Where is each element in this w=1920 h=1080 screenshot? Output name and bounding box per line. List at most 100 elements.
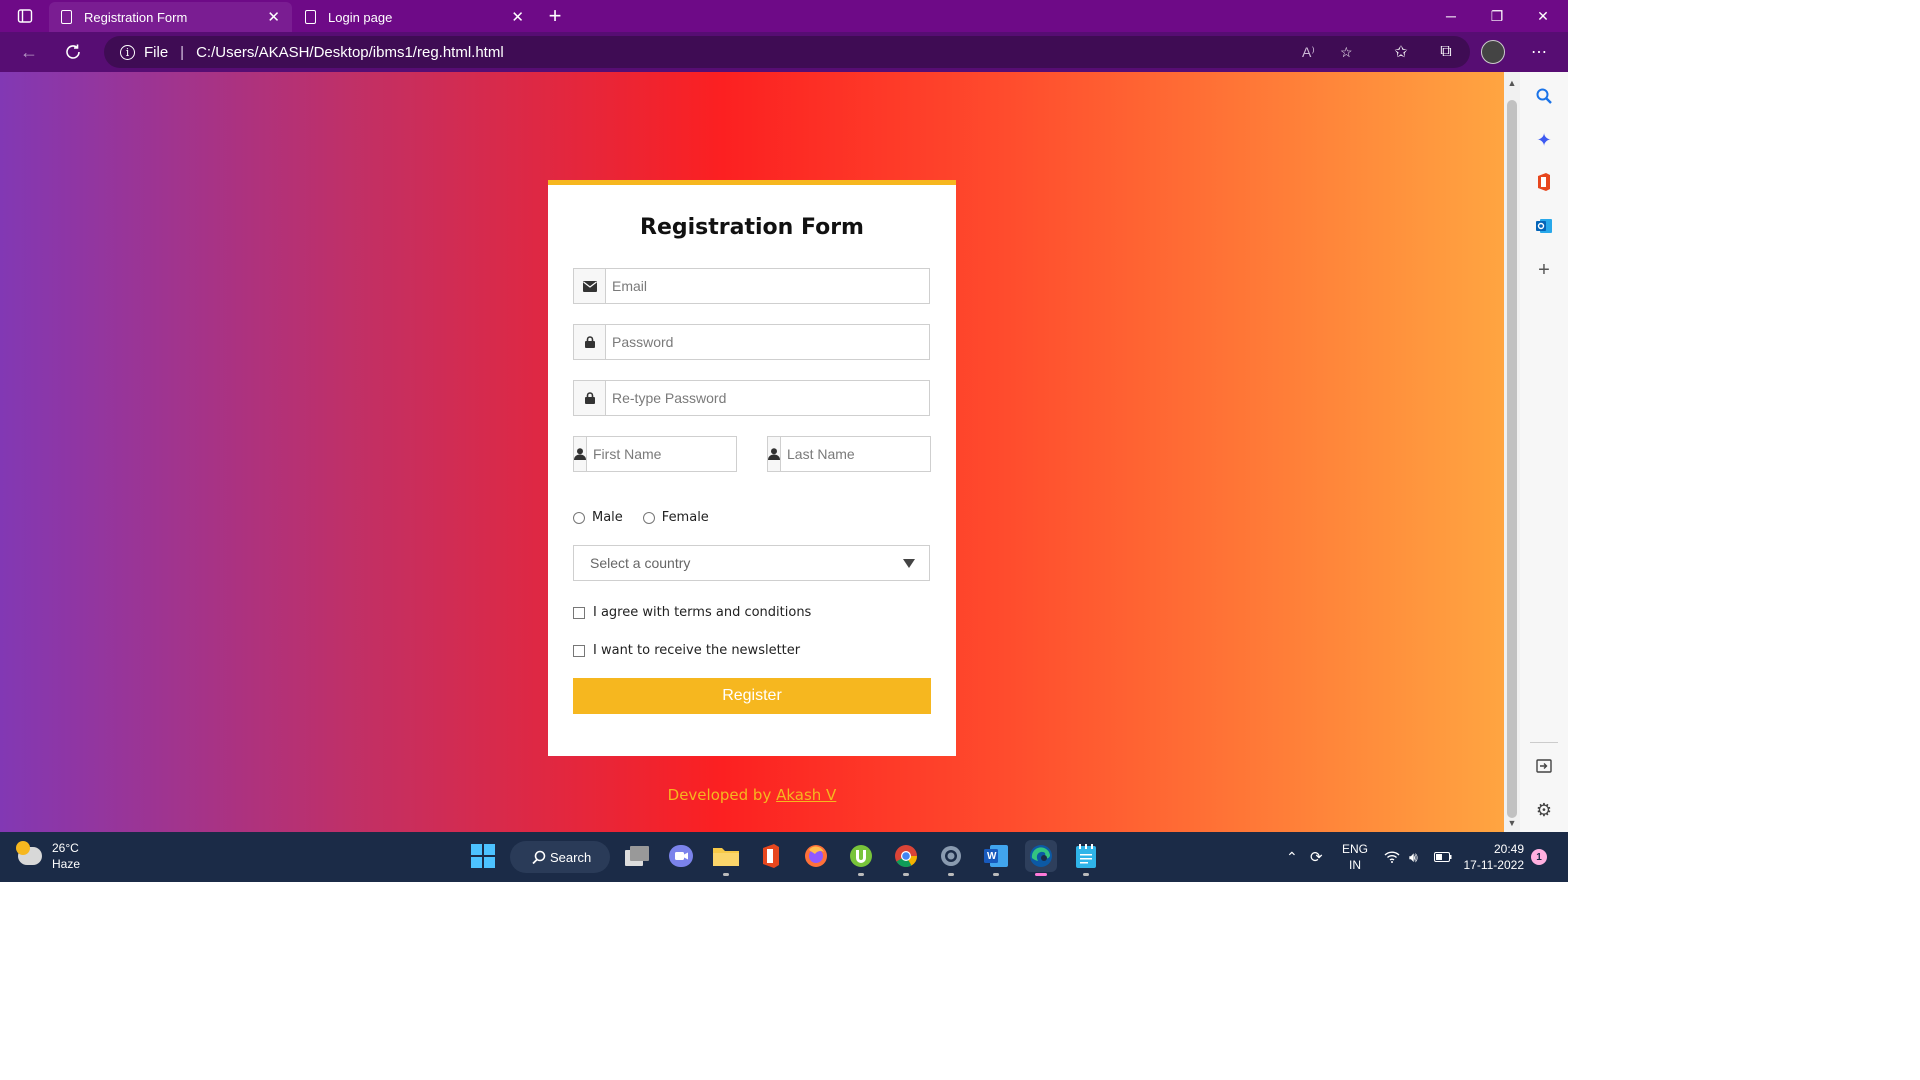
female-label: Female bbox=[661, 510, 709, 525]
terms-checkbox[interactable] bbox=[573, 606, 585, 619]
first-name-field-group bbox=[573, 436, 780, 472]
read-aloud-icon[interactable]: A⁾ bbox=[1302, 36, 1315, 68]
last-name-field-group bbox=[767, 436, 974, 472]
tab-registration-form[interactable]: Registration Form ✕ bbox=[49, 2, 292, 32]
last-name-input[interactable] bbox=[781, 437, 974, 471]
running-indicator bbox=[903, 873, 909, 876]
male-radio[interactable] bbox=[573, 511, 585, 524]
add-sidebar-app-icon[interactable]: + bbox=[1520, 254, 1568, 286]
copilot-icon[interactable]: ✦ bbox=[1520, 124, 1568, 156]
settings-icon[interactable] bbox=[935, 840, 967, 876]
add-favorite-icon[interactable]: ☆ bbox=[1340, 36, 1353, 68]
profile-button[interactable] bbox=[1478, 32, 1508, 72]
tab-label: Registration Form bbox=[84, 9, 188, 25]
weather-widget[interactable]: 26°C Haze bbox=[16, 840, 80, 872]
office-icon[interactable] bbox=[755, 840, 787, 872]
search-label: Search bbox=[550, 849, 592, 865]
lock-icon bbox=[574, 381, 606, 415]
newsletter-checkbox-row: I want to receive the newsletter bbox=[573, 643, 800, 658]
close-tab-icon[interactable]: ✕ bbox=[511, 8, 524, 26]
edge-icon[interactable] bbox=[1025, 840, 1057, 876]
office-icon[interactable] bbox=[1520, 166, 1568, 198]
clock-time: 20:49 bbox=[1493, 842, 1524, 856]
scroll-up-icon[interactable]: ▲ bbox=[1504, 76, 1520, 90]
terms-label: I agree with terms and conditions bbox=[593, 605, 812, 620]
address-toolbar: ← i File | C:/Users/AKASH/Desktop/ibms1/… bbox=[0, 32, 1568, 72]
close-window-button[interactable]: ✕ bbox=[1520, 0, 1566, 32]
first-name-input[interactable] bbox=[587, 437, 780, 471]
outlook-icon[interactable] bbox=[1520, 210, 1568, 242]
info-icon[interactable]: i bbox=[120, 44, 135, 60]
show-hidden-icons-button[interactable]: ⌃ bbox=[1286, 832, 1298, 882]
running-indicator bbox=[858, 873, 864, 876]
sync-icon[interactable]: ⟳ bbox=[1310, 832, 1323, 882]
favorites-icon[interactable]: ✩ bbox=[1386, 32, 1416, 72]
user-icon bbox=[768, 437, 781, 471]
female-radio[interactable] bbox=[642, 511, 655, 524]
firefox-icon[interactable] bbox=[800, 840, 832, 872]
clock[interactable]: 20:49 17-11-2022 bbox=[1462, 832, 1525, 882]
country-select[interactable]: Select a country bbox=[573, 545, 930, 581]
restore-button[interactable]: ❐ bbox=[1474, 0, 1520, 32]
wifi-icon[interactable] bbox=[1384, 832, 1400, 882]
caret-down-icon bbox=[903, 559, 915, 568]
edge-sidebar: ✦ + ⚙ bbox=[1520, 72, 1568, 832]
retype-password-field-group bbox=[573, 380, 930, 416]
chat-icon[interactable] bbox=[665, 840, 697, 872]
back-button[interactable]: ← bbox=[14, 32, 44, 72]
sidebar-divider bbox=[1530, 742, 1558, 743]
tab-actions-icon[interactable] bbox=[10, 0, 40, 32]
password-input[interactable] bbox=[606, 325, 929, 359]
gear-icon[interactable]: ⚙ bbox=[1520, 794, 1568, 826]
footer-prefix: Developed by bbox=[667, 786, 777, 804]
volume-icon[interactable]: 🔊︎ bbox=[1409, 832, 1418, 882]
address-bar[interactable]: i File | C:/Users/AKASH/Desktop/ibms1/re… bbox=[104, 36, 1470, 68]
task-view-icon[interactable] bbox=[621, 840, 653, 872]
page-scrollbar[interactable]: ▲ ▼ bbox=[1504, 72, 1520, 832]
language-indicator[interactable]: ENG IN bbox=[1342, 832, 1368, 882]
email-field-group bbox=[573, 268, 930, 304]
language-top: ENG bbox=[1342, 842, 1369, 856]
refresh-button[interactable] bbox=[58, 32, 88, 72]
lock-icon bbox=[574, 325, 606, 359]
author-link[interactable]: Akash V bbox=[776, 786, 836, 804]
new-tab-button[interactable]: + bbox=[540, 0, 570, 32]
scroll-thumb[interactable] bbox=[1507, 100, 1517, 818]
page-icon bbox=[61, 10, 72, 24]
clock-date: 17-11-2022 bbox=[1463, 858, 1525, 872]
tab-login-page[interactable]: Login page ✕ bbox=[293, 2, 536, 32]
battery-icon[interactable] bbox=[1434, 832, 1452, 882]
file-explorer-icon[interactable] bbox=[710, 840, 742, 876]
email-input[interactable] bbox=[606, 269, 929, 303]
taskbar-search-button[interactable]: Search bbox=[510, 841, 610, 873]
cloud-sun-icon bbox=[16, 841, 42, 865]
minimize-button[interactable]: ─ bbox=[1428, 0, 1474, 32]
url-text[interactable]: C:/Users/AKASH/Desktop/ibms1/reg.html.ht… bbox=[196, 44, 504, 61]
user-icon bbox=[574, 437, 587, 471]
male-label: Male bbox=[592, 510, 623, 525]
running-indicator bbox=[993, 873, 999, 876]
word-icon[interactable]: W bbox=[980, 840, 1012, 876]
hide-sidebar-icon[interactable] bbox=[1520, 750, 1568, 782]
running-indicator bbox=[723, 873, 729, 876]
start-windows-icon[interactable] bbox=[467, 840, 499, 872]
scroll-down-icon[interactable]: ▼ bbox=[1504, 816, 1520, 830]
country-select-value: Select a country bbox=[590, 555, 691, 571]
footer-credit: Developed by Akash V bbox=[0, 786, 1504, 804]
collections-icon[interactable]: ⧉ bbox=[1431, 32, 1461, 72]
register-button[interactable]: Register bbox=[573, 678, 931, 714]
more-menu-icon[interactable]: ⋯ bbox=[1524, 32, 1554, 72]
newsletter-label: I want to receive the newsletter bbox=[593, 643, 801, 658]
weather-temp: 26°C bbox=[52, 841, 79, 855]
retype-password-input[interactable] bbox=[606, 381, 929, 415]
notification-badge[interactable]: 1 bbox=[1531, 832, 1547, 882]
close-tab-icon[interactable]: ✕ bbox=[267, 8, 280, 26]
terms-checkbox-row: I agree with terms and conditions bbox=[573, 605, 811, 620]
search-icon[interactable] bbox=[1520, 80, 1568, 112]
active-indicator bbox=[1035, 873, 1047, 876]
utorrent-icon[interactable] bbox=[845, 840, 877, 876]
chrome-icon[interactable] bbox=[890, 840, 922, 876]
word-letter: W bbox=[987, 851, 997, 862]
newsletter-checkbox[interactable] bbox=[573, 644, 585, 657]
notepad-icon[interactable] bbox=[1070, 840, 1102, 876]
